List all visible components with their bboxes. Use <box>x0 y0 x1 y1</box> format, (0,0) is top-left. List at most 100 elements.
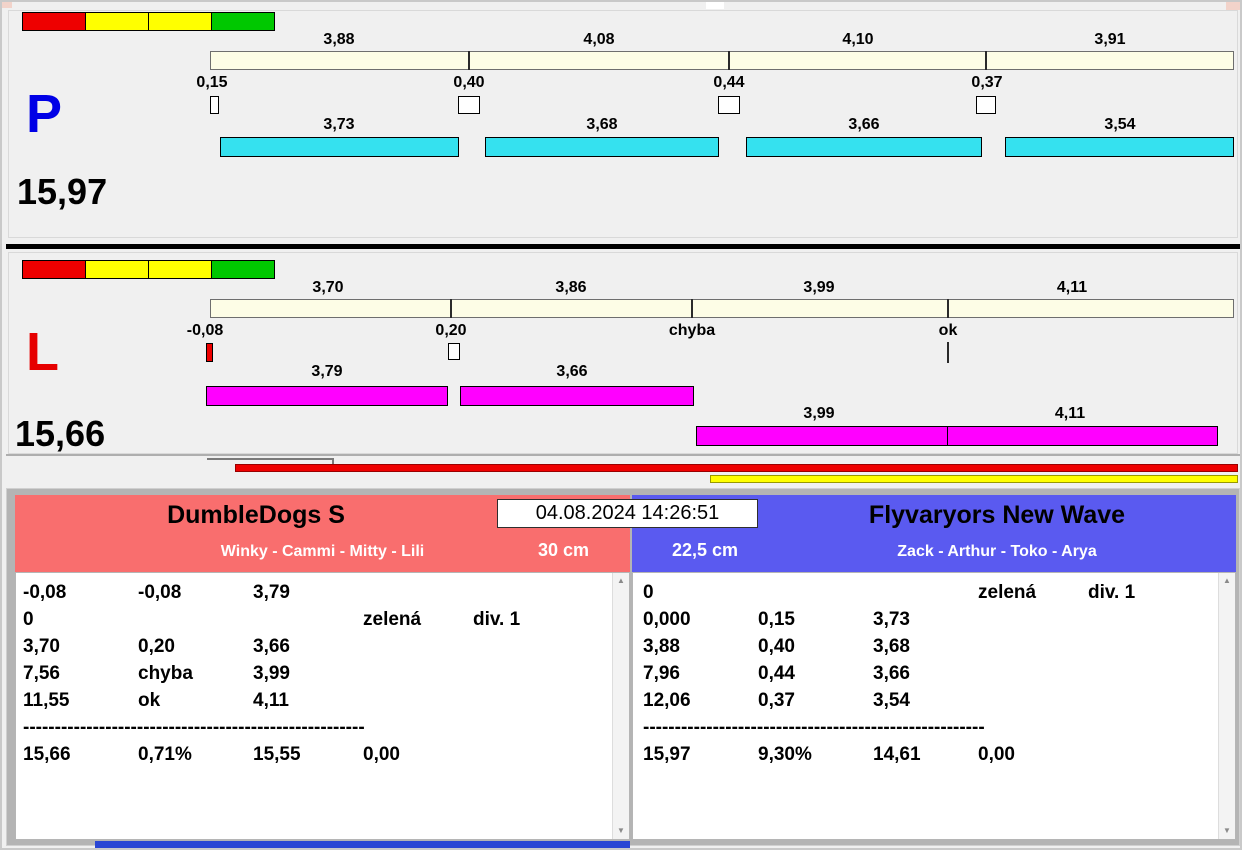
light-green-icon <box>211 260 275 279</box>
cell: 15,55 <box>253 743 301 765</box>
window-top-notch <box>706 2 724 9</box>
track-tick <box>985 51 988 70</box>
start-marker <box>976 96 996 114</box>
cell: 0,15 <box>758 608 795 630</box>
divider-dashes: ----------------------------------------… <box>23 716 365 738</box>
cell: 0,44 <box>758 662 795 684</box>
light-yellow2-icon <box>148 260 212 279</box>
dog-time-bar-l <box>206 386 448 406</box>
cell: 3,73 <box>873 608 910 630</box>
ok-tick <box>947 342 949 363</box>
start-marker <box>458 96 480 114</box>
start-marker <box>448 343 460 360</box>
early-start-marker <box>206 343 213 362</box>
l-dogtime-4: 4,11 <box>1054 405 1086 422</box>
team-right-name: Flyvaryors New Wave <box>868 501 1126 529</box>
p-dogtime-1: 3,73 <box>323 116 355 133</box>
l-split-4: 4,11 <box>1056 279 1088 296</box>
dog-time-bar-l <box>696 426 948 446</box>
cell: 0 <box>23 608 34 630</box>
light-yellow1-icon <box>85 12 149 31</box>
cell: 3,68 <box>873 635 910 657</box>
track-tick <box>946 299 949 318</box>
desktop-corner-left <box>2 2 12 8</box>
scrollbar[interactable]: ▲ ▼ <box>1218 573 1235 839</box>
team-right-results-list[interactable]: 0 zelená div. 1 0,000 0,15 3,73 3,88 0,40 3,68… <box>632 572 1236 840</box>
lane-separator <box>6 244 1240 249</box>
light-red-icon <box>22 12 86 31</box>
p-split-4: 3,91 <box>1094 31 1126 48</box>
result-row: 0 zelená div. 1 <box>16 606 611 633</box>
cell: -0,08 <box>138 581 182 603</box>
cell: div. 1 <box>473 608 521 630</box>
scrollbar[interactable]: ▲ ▼ <box>612 573 629 839</box>
result-row: 3,88 0,40 3,68 <box>633 633 1217 660</box>
start-marker <box>718 96 740 114</box>
scroll-down-arrow-icon[interactable]: ▼ <box>617 827 625 835</box>
lane-total-l: 15,66 <box>15 413 106 454</box>
progress-bar-yellow <box>710 475 1238 483</box>
result-row: 3,70 0,20 3,66 <box>16 633 611 660</box>
cell: 3,66 <box>253 635 290 657</box>
taskbar-strip <box>95 841 630 848</box>
light-green-icon <box>211 12 275 31</box>
p-split-2: 4,08 <box>583 31 615 48</box>
cell: 11,55 <box>23 689 70 711</box>
cell: 0,37 <box>758 689 795 711</box>
divider-row: ----------------------------------------… <box>633 714 1217 741</box>
cell: 7,96 <box>643 662 680 684</box>
progress-frame-line <box>207 458 334 460</box>
result-row: 12,06 0,37 3,54 <box>633 687 1217 714</box>
cell: 9,30% <box>758 743 812 765</box>
team-right-rows: 0 zelená div. 1 0,000 0,15 3,73 3,88 0,40 3,68… <box>633 579 1217 768</box>
summary-row: 15,97 9,30% 14,61 0,00 <box>633 741 1217 768</box>
cell: 0,00 <box>978 743 1015 765</box>
progress-bar-red <box>235 464 1238 472</box>
team-left-jump-height: 30 cm <box>537 540 590 560</box>
p-dogtime-4: 3,54 <box>1104 116 1136 133</box>
p-start-4: 0,37 <box>971 74 1003 91</box>
dog-time-bar-p <box>485 137 719 157</box>
dog-time-bar-p <box>1005 137 1234 157</box>
l-start-2: 0,20 <box>435 322 467 339</box>
lane-letter-l: L <box>26 322 59 382</box>
split-track-l <box>210 299 1234 318</box>
lane-p-panel <box>8 10 1238 238</box>
l-dogtime-2: 3,66 <box>556 363 588 380</box>
l-dogtime-3: 3,99 <box>803 405 835 422</box>
cell: 3,66 <box>873 662 910 684</box>
lane-total-p: 15,97 <box>17 171 108 212</box>
p-dogtime-3: 3,66 <box>848 116 880 133</box>
result-row: 0,000 0,15 3,73 <box>633 606 1217 633</box>
p-start-3: 0,44 <box>713 74 745 91</box>
p-dogtime-2: 3,68 <box>586 116 618 133</box>
scroll-up-arrow-icon[interactable]: ▲ <box>617 577 625 585</box>
team-left-results-list[interactable]: -0,08 -0,08 3,79 0 zelená div. 1 3,70 0,20 3,6… <box>15 572 630 840</box>
l-split-3: 3,99 <box>803 279 835 296</box>
divider-row: ----------------------------------------… <box>16 714 611 741</box>
cell: 12,06 <box>643 689 691 711</box>
cell: 15,66 <box>23 743 71 765</box>
team-left-rows: -0,08 -0,08 3,79 0 zelená div. 1 3,70 0,20 3,6… <box>16 579 611 768</box>
dog-time-bar-p <box>746 137 982 157</box>
l-split-1: 3,70 <box>312 279 344 296</box>
result-row: 11,55 ok 4,11 <box>16 687 611 714</box>
l-split-2: 3,86 <box>555 279 587 296</box>
light-red-icon <box>22 260 86 279</box>
cell: 3,54 <box>873 689 910 711</box>
scroll-down-arrow-icon[interactable]: ▼ <box>1223 827 1231 835</box>
race-timestamp: 04.08.2024 14:26:51 <box>497 499 758 528</box>
cell: 0 <box>643 581 654 603</box>
cell: 3,70 <box>23 635 60 657</box>
cell: 7,56 <box>23 662 60 684</box>
team-right-jump-height: 22,5 cm <box>671 540 739 560</box>
scroll-up-arrow-icon[interactable]: ▲ <box>1223 577 1231 585</box>
result-row: -0,08 -0,08 3,79 <box>16 579 611 606</box>
cell: zelená <box>363 608 422 630</box>
l-start-4: ok <box>938 322 958 339</box>
cell: 3,79 <box>253 581 290 603</box>
divider-dashes: ----------------------------------------… <box>643 716 985 738</box>
track-tick <box>468 51 471 70</box>
cell: -0,08 <box>23 581 67 603</box>
team-left-name: DumbleDogs S <box>167 501 345 529</box>
